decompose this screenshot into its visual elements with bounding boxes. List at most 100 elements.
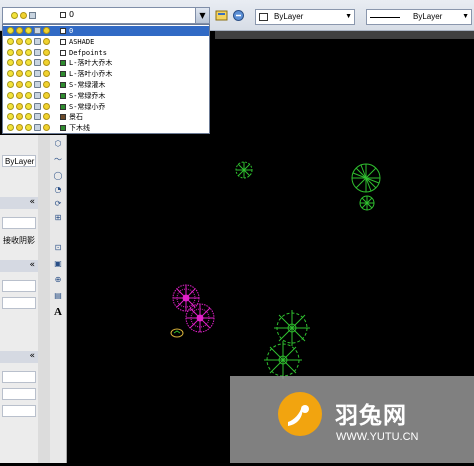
layer-color-swatch[interactable] bbox=[60, 60, 66, 67]
layer-color-swatch[interactable] bbox=[60, 82, 66, 88]
layer-color-swatch[interactable] bbox=[60, 71, 66, 78]
lock-icon[interactable] bbox=[34, 59, 41, 67]
layer-row[interactable]: ASHADE bbox=[3, 37, 209, 47]
layer-color-swatch[interactable] bbox=[60, 12, 66, 18]
section-header[interactable]: « bbox=[0, 260, 38, 272]
ellipse-arc-tool-icon[interactable]: ◔ bbox=[53, 185, 63, 195]
sun-icon[interactable] bbox=[16, 81, 23, 88]
freeze-icon[interactable] bbox=[25, 113, 32, 121]
sun-icon[interactable] bbox=[16, 124, 23, 132]
layer-row[interactable]: 下木线 bbox=[3, 123, 209, 133]
sun-icon[interactable] bbox=[16, 37, 23, 45]
lock-icon[interactable] bbox=[34, 27, 41, 34]
layer-row[interactable]: Defpoints bbox=[3, 48, 209, 58]
lock-icon[interactable] bbox=[34, 102, 41, 110]
viewport-freeze-icon[interactable] bbox=[43, 113, 50, 121]
layer-dropdown-list[interactable]: 0 ASHADE Defpoints L-落叶大乔木 L-落叶小乔木 S-常绿灌木 S-常绿… bbox=[2, 24, 210, 134]
bulb-icon[interactable] bbox=[7, 27, 14, 34]
freeze-icon[interactable] bbox=[25, 37, 32, 45]
bylayer-field[interactable]: ByLayer bbox=[2, 155, 36, 167]
layer-color-swatch[interactable] bbox=[60, 38, 66, 45]
hatch-tool-icon[interactable]: ▣ bbox=[53, 259, 63, 269]
sun-icon[interactable] bbox=[16, 91, 23, 99]
tree-symbol[interactable] bbox=[235, 161, 253, 179]
tree-symbol[interactable] bbox=[274, 310, 310, 346]
layer-properties-icon[interactable] bbox=[215, 9, 228, 22]
viewport-freeze-icon[interactable] bbox=[43, 37, 50, 45]
sun-icon[interactable] bbox=[20, 12, 27, 19]
viewport-freeze-icon[interactable] bbox=[43, 124, 50, 132]
bulb-icon[interactable] bbox=[7, 102, 14, 110]
lock-icon[interactable] bbox=[34, 37, 41, 45]
palette-field[interactable] bbox=[2, 371, 36, 383]
layer-color-swatch[interactable] bbox=[60, 28, 66, 34]
bulb-icon[interactable] bbox=[7, 59, 14, 67]
layer-row[interactable]: L-落叶小乔木 bbox=[3, 69, 209, 79]
layer-row[interactable]: 0 bbox=[3, 26, 209, 36]
lock-icon[interactable] bbox=[34, 91, 41, 99]
palette-field[interactable] bbox=[2, 405, 36, 417]
layer-row[interactable]: S-常绿灌木 bbox=[3, 80, 209, 90]
layer-color-swatch[interactable] bbox=[60, 49, 66, 56]
layer-color-swatch[interactable] bbox=[60, 114, 66, 121]
make-block-tool-icon[interactable]: ⊞ bbox=[53, 213, 63, 223]
palette-field[interactable] bbox=[2, 217, 36, 229]
collapse-icon[interactable]: « bbox=[29, 197, 35, 207]
section-header[interactable]: « bbox=[0, 351, 38, 363]
make-current-icon[interactable] bbox=[232, 9, 245, 22]
bulb-icon[interactable] bbox=[7, 91, 14, 99]
ellipse-tool-icon[interactable]: ◯ bbox=[53, 171, 63, 181]
layer-color-swatch[interactable] bbox=[60, 125, 66, 132]
bulb-icon[interactable] bbox=[7, 70, 14, 78]
freeze-icon[interactable] bbox=[25, 91, 32, 99]
bulb-icon[interactable] bbox=[7, 113, 14, 121]
freeze-icon[interactable] bbox=[25, 102, 32, 110]
layer-color-swatch[interactable] bbox=[60, 103, 66, 110]
collapse-icon[interactable]: « bbox=[29, 260, 35, 270]
layer-color-swatch[interactable] bbox=[60, 92, 66, 99]
lock-icon[interactable] bbox=[34, 124, 41, 132]
bulb-icon[interactable] bbox=[7, 81, 14, 88]
polygon-tool-icon[interactable]: ⬡ bbox=[53, 139, 63, 149]
viewport-freeze-icon[interactable] bbox=[43, 102, 50, 110]
chevron-down-icon[interactable]: ▼ bbox=[195, 8, 209, 23]
freeze-icon[interactable] bbox=[25, 81, 32, 88]
palette-field[interactable] bbox=[2, 280, 36, 292]
flower-symbol[interactable] bbox=[185, 303, 215, 333]
color-combo[interactable]: ByLayer ▼ bbox=[255, 9, 355, 25]
freeze-icon[interactable] bbox=[25, 124, 32, 132]
tree-symbol[interactable] bbox=[264, 341, 302, 379]
tree-symbol[interactable] bbox=[351, 163, 381, 193]
table-tool-icon[interactable]: ▤ bbox=[53, 291, 63, 301]
linetype-combo[interactable]: ByLayer ▼ bbox=[366, 9, 472, 25]
collapse-icon[interactable]: « bbox=[29, 351, 35, 361]
viewport-freeze-icon[interactable] bbox=[43, 81, 50, 88]
palette-field[interactable] bbox=[2, 388, 36, 400]
lock-icon[interactable] bbox=[34, 113, 41, 121]
bulb-icon[interactable] bbox=[7, 124, 14, 132]
palette-field[interactable] bbox=[2, 297, 36, 309]
section-header[interactable]: « bbox=[0, 197, 38, 209]
insert-block-tool-icon[interactable]: ⟳ bbox=[53, 199, 63, 209]
flower-symbol[interactable] bbox=[172, 284, 200, 312]
spline-tool-icon[interactable]: 〜 bbox=[53, 155, 63, 165]
rock-symbol[interactable] bbox=[170, 328, 184, 338]
viewport-freeze-icon[interactable] bbox=[43, 27, 50, 34]
viewport-freeze-icon[interactable] bbox=[43, 59, 50, 67]
lock-icon[interactable] bbox=[34, 48, 41, 56]
tree-symbol[interactable] bbox=[359, 195, 375, 211]
chevron-down-icon[interactable]: ▼ bbox=[462, 10, 469, 24]
region-tool-icon[interactable]: ⊕ bbox=[53, 275, 63, 285]
sun-icon[interactable] bbox=[16, 70, 23, 78]
layer-row[interactable]: S-常绿乔木 bbox=[3, 91, 209, 101]
freeze-icon[interactable] bbox=[25, 48, 32, 56]
sun-icon[interactable] bbox=[16, 102, 23, 110]
layer-row[interactable]: 景石 bbox=[3, 112, 209, 122]
point-tool-icon[interactable]: ⊡ bbox=[53, 243, 63, 253]
sun-icon[interactable] bbox=[16, 59, 23, 67]
sun-icon[interactable] bbox=[16, 48, 23, 56]
chevron-down-icon[interactable]: ▼ bbox=[345, 10, 352, 24]
sun-icon[interactable] bbox=[16, 113, 23, 121]
freeze-icon[interactable] bbox=[25, 59, 32, 67]
layer-row[interactable]: L-落叶大乔木 bbox=[3, 58, 209, 68]
